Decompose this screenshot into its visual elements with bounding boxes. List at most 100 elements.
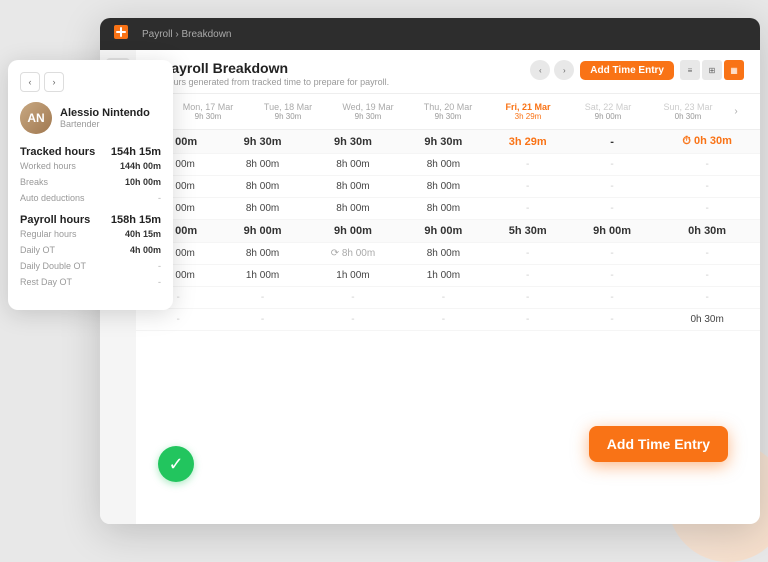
left-panel: ‹ › AN Alessio Nintendo Bartender Tracke… — [8, 60, 173, 310]
day-name-mon: Mon, 17 Mar — [172, 102, 244, 112]
cell: 5h 30m — [486, 220, 570, 243]
panel-nav: ‹ › — [20, 72, 161, 92]
daily-double-ot-label: Daily Double OT — [20, 261, 86, 271]
day-hours-fri: 3h 29m — [492, 112, 564, 121]
date-col-sun: Sun, 23 Mar 0h 30m — [648, 100, 728, 123]
date-columns: Mon, 17 Mar 9h 30m Tue, 18 Mar 9h 30m We… — [168, 100, 728, 123]
auto-deductions-label: Auto deductions — [20, 193, 85, 203]
worked-label: Worked hours — [20, 161, 76, 171]
employee-role: Bartender — [60, 119, 150, 129]
cell: - — [654, 198, 760, 220]
page-header-left: ‹ Payroll Breakdown Hours generated from… — [152, 60, 389, 87]
regular-hours-label: Regular hours — [20, 229, 77, 239]
date-col-wed: Wed, 19 Mar 9h 30m — [328, 100, 408, 123]
page-header-right: ‹ › Add Time Entry ≡ ⊞ ▦ — [530, 60, 744, 80]
day-hours-sat: 9h 00m — [572, 112, 644, 121]
page-title: Payroll Breakdown — [162, 60, 389, 76]
cell: 0h 30m — [654, 309, 760, 331]
cell: 1h 00m — [220, 265, 304, 287]
cell: 9h 00m — [570, 220, 654, 243]
date-col-tue: Tue, 18 Mar 9h 30m — [248, 100, 328, 123]
view-btn-list[interactable]: ≡ — [680, 60, 700, 80]
cell: 8h 00m — [220, 176, 304, 198]
cell: 8h 00m — [220, 243, 304, 265]
payroll-hours-label: Payroll hours 158h 15m — [20, 214, 161, 226]
time-table: 9h 00m 9h 30m 9h 30m 9h 30m 3h 29m - ⏱ 0… — [136, 130, 760, 331]
stats-section-1: Tracked hours 154h 15m Worked hours 144h… — [20, 146, 161, 206]
floating-add-time-button[interactable]: Add Time Entry — [589, 426, 728, 462]
cell: - — [486, 198, 570, 220]
day-hours-wed: 9h 30m — [332, 112, 404, 121]
cell: - — [486, 265, 570, 287]
cell: 8h 00m — [401, 176, 485, 198]
cell: - — [654, 265, 760, 287]
nav-prev-circle[interactable]: ‹ — [530, 60, 550, 80]
cell: - — [570, 287, 654, 309]
day-name-fri: Fri, 21 Mar — [492, 102, 564, 112]
cell: - — [136, 309, 220, 331]
table-row: 9h 00m 9h 30m 9h 30m 9h 30m 3h 29m - ⏱ 0… — [136, 130, 760, 154]
cell: ⟳ 8h 00m — [305, 243, 401, 265]
cell: - — [486, 176, 570, 198]
date-nav-next[interactable]: › — [728, 104, 744, 120]
cell: - — [486, 154, 570, 176]
table-row: 8h 00m 8h 00m 8h 00m 8h 00m - - - — [136, 198, 760, 220]
daily-double-ot-value: - — [158, 261, 161, 271]
page-subtitle: Hours generated from tracked time to pre… — [162, 77, 389, 87]
auto-deductions-value: - — [158, 193, 161, 203]
table-row: - - - - - - - — [136, 287, 760, 309]
breadcrumb: Payroll › Breakdown — [142, 29, 231, 40]
avatar-image: AN — [20, 102, 52, 134]
cell: - — [220, 309, 304, 331]
cell: 8h 00m — [305, 154, 401, 176]
day-name-sun: Sun, 23 Mar — [652, 102, 724, 112]
cell: 8h 00m — [305, 176, 401, 198]
cell: 9h 00m — [401, 220, 485, 243]
cell: - — [401, 287, 485, 309]
view-btn-table[interactable]: ▦ — [724, 60, 744, 80]
view-btn-grid[interactable]: ⊞ — [702, 60, 722, 80]
page-header: ‹ Payroll Breakdown Hours generated from… — [136, 50, 760, 94]
breaks-label: Breaks — [20, 177, 48, 187]
cell: 8h 00m — [401, 243, 485, 265]
day-name-tue: Tue, 18 Mar — [252, 102, 324, 112]
cell: 8h 00m — [220, 198, 304, 220]
regular-hours-value: 40h 15m — [125, 229, 161, 239]
success-badge: ✓ — [158, 446, 194, 482]
cell: 3h 29m — [486, 130, 570, 154]
cell: - — [570, 309, 654, 331]
tracked-hours-label: Tracked hours 154h 15m — [20, 146, 161, 158]
worked-value: 144h 00m — [120, 161, 161, 171]
add-time-entry-button[interactable]: Add Time Entry — [580, 61, 674, 80]
cell: - — [305, 287, 401, 309]
view-toggle: ≡ ⊞ ▦ — [680, 60, 744, 80]
cell: - — [570, 243, 654, 265]
nav-next-circle[interactable]: › — [554, 60, 574, 80]
table-area: 9h 00m 9h 30m 9h 30m 9h 30m 3h 29m - ⏱ 0… — [136, 130, 760, 524]
auto-deductions-row: Auto deductions - — [20, 190, 161, 206]
date-col-thu: Thu, 20 Mar 9h 30m — [408, 100, 488, 123]
cell: 8h 00m — [220, 154, 304, 176]
cell: - — [570, 130, 654, 154]
panel-nav-prev[interactable]: ‹ — [20, 72, 40, 92]
cell: 8h 00m — [305, 198, 401, 220]
date-col-fri: Fri, 21 Mar 3h 29m — [488, 100, 568, 123]
breaks-value: 10h 00m — [125, 177, 161, 187]
daily-ot-value: 4h 00m — [130, 245, 161, 255]
rest-day-ot-row: Rest Day OT - — [20, 274, 161, 290]
date-col-sat: Sat, 22 Mar 9h 00m — [568, 100, 648, 123]
cell: - — [654, 154, 760, 176]
table-row: 1h 00m 1h 00m 1h 00m 1h 00m - - - — [136, 265, 760, 287]
cell: - — [486, 309, 570, 331]
daily-ot-row: Daily OT 4h 00m — [20, 242, 161, 258]
daily-ot-label: Daily OT — [20, 245, 55, 255]
cell: 9h 30m — [305, 130, 401, 154]
day-name-wed: Wed, 19 Mar — [332, 102, 404, 112]
cell: 9h 00m — [305, 220, 401, 243]
day-hours-mon: 9h 30m — [172, 112, 244, 121]
date-nav: ‹ Mon, 17 Mar 9h 30m Tue, 18 Mar 9h 30m … — [136, 94, 760, 130]
cell: - — [654, 287, 760, 309]
panel-nav-next[interactable]: › — [44, 72, 64, 92]
cell: 1h 00m — [401, 265, 485, 287]
cell: 8h 00m — [401, 198, 485, 220]
